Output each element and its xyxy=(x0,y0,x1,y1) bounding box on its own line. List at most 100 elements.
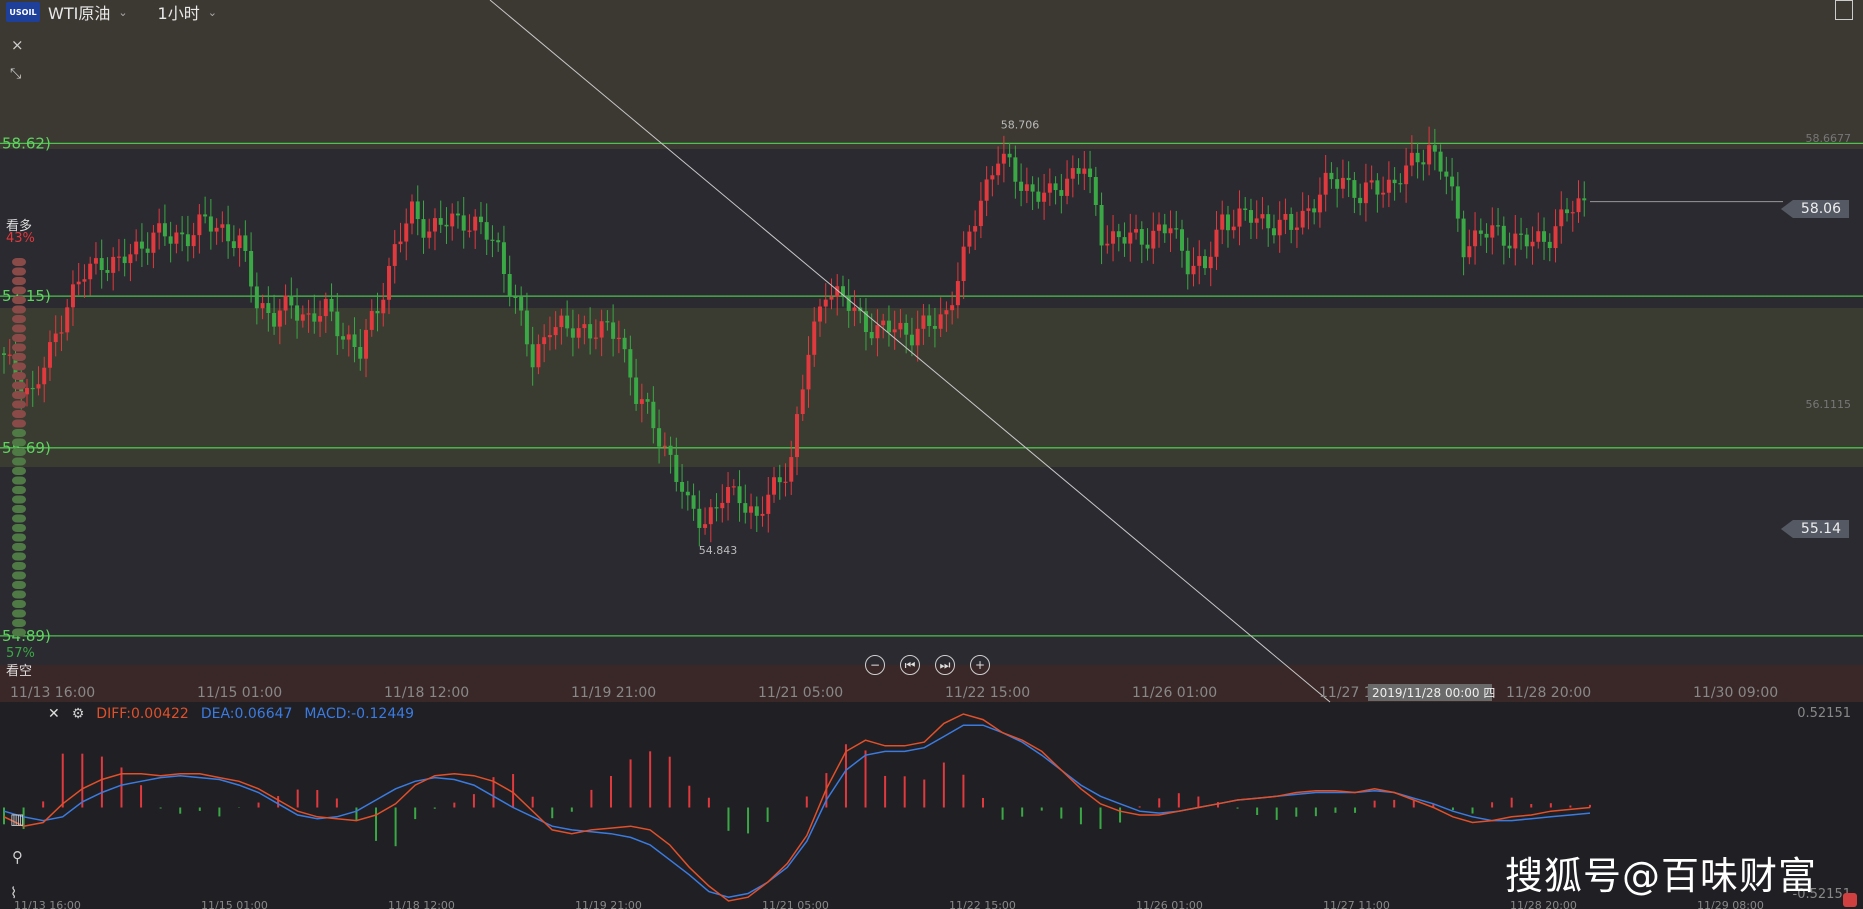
candle-body[interactable] xyxy=(151,232,156,253)
candle-body[interactable] xyxy=(1484,233,1489,238)
candle-body[interactable] xyxy=(82,279,87,282)
zoom-in-button[interactable]: + xyxy=(970,655,990,675)
candle-body[interactable] xyxy=(375,310,380,314)
candle-body[interactable] xyxy=(927,315,932,326)
candle-body[interactable] xyxy=(881,320,886,326)
candle-body[interactable] xyxy=(1053,183,1058,191)
candle-body[interactable] xyxy=(795,414,799,458)
candle-body[interactable] xyxy=(996,163,1001,176)
candle-body[interactable] xyxy=(1191,265,1196,275)
candle-body[interactable] xyxy=(1111,231,1116,244)
candle-body[interactable] xyxy=(904,322,909,335)
candle-body[interactable] xyxy=(1415,152,1420,163)
candle-body[interactable] xyxy=(783,481,788,483)
candle-body[interactable] xyxy=(1553,226,1558,249)
candle-body[interactable] xyxy=(921,315,926,329)
candle-body[interactable] xyxy=(1335,179,1340,189)
candle-body[interactable] xyxy=(65,307,70,333)
candle-body[interactable] xyxy=(1168,228,1173,234)
candle-body[interactable] xyxy=(1432,145,1437,152)
candle-body[interactable] xyxy=(576,328,581,338)
candle-body[interactable] xyxy=(438,218,443,225)
candle-body[interactable] xyxy=(507,274,512,297)
candle-body[interactable] xyxy=(1513,233,1518,249)
candle-body[interactable] xyxy=(1283,213,1288,220)
candle-body[interactable] xyxy=(766,494,771,514)
candle-body[interactable] xyxy=(168,236,173,244)
candle-body[interactable] xyxy=(1180,229,1185,251)
chevron-down-icon[interactable]: ⌄ xyxy=(118,6,127,19)
candle-body[interactable] xyxy=(162,223,167,237)
candle-body[interactable] xyxy=(812,321,817,355)
candle-body[interactable] xyxy=(1047,183,1052,193)
candle-body[interactable] xyxy=(1473,230,1478,247)
candle-body[interactable] xyxy=(352,334,357,348)
candle-body[interactable] xyxy=(180,232,185,235)
candle-body[interactable] xyxy=(622,337,627,350)
candle-body[interactable] xyxy=(973,226,978,232)
candle-body[interactable] xyxy=(461,215,466,231)
candle-body[interactable] xyxy=(450,213,455,227)
candle-body[interactable] xyxy=(1237,208,1242,227)
candle-body[interactable] xyxy=(708,507,713,525)
candle-body[interactable] xyxy=(134,241,139,255)
candle-body[interactable] xyxy=(47,342,52,368)
candle-body[interactable] xyxy=(427,231,432,238)
candle-body[interactable] xyxy=(611,322,616,339)
candle-body[interactable] xyxy=(444,224,449,227)
candle-body[interactable] xyxy=(674,454,679,482)
candle-body[interactable] xyxy=(484,222,489,240)
candle-body[interactable] xyxy=(1427,145,1432,165)
candle-body[interactable] xyxy=(1444,171,1449,177)
candle-body[interactable] xyxy=(657,428,662,447)
candle-body[interactable] xyxy=(886,320,891,333)
candle-body[interactable] xyxy=(536,344,541,368)
candle-body[interactable] xyxy=(1490,225,1495,238)
candle-body[interactable] xyxy=(984,179,989,201)
candle-body[interactable] xyxy=(1260,214,1265,219)
candle-body[interactable] xyxy=(1536,231,1541,242)
candle-body[interactable] xyxy=(1409,152,1414,166)
candle-body[interactable] xyxy=(909,334,914,346)
candle-body[interactable] xyxy=(421,219,426,238)
candle-body[interactable] xyxy=(1266,214,1271,229)
candle-body[interactable] xyxy=(1461,218,1466,258)
candle-body[interactable] xyxy=(1547,241,1552,249)
symbol-selector[interactable]: WTI原油 xyxy=(48,0,110,24)
candle-body[interactable] xyxy=(651,401,656,429)
candle-body[interactable] xyxy=(1559,209,1564,227)
candle-body[interactable] xyxy=(369,310,374,330)
candle-body[interactable] xyxy=(731,486,736,488)
candle-body[interactable] xyxy=(111,256,116,273)
candle-body[interactable] xyxy=(70,284,75,308)
candle-body[interactable] xyxy=(1254,218,1259,223)
candle-body[interactable] xyxy=(197,214,202,236)
candle-body[interactable] xyxy=(743,503,748,513)
candle-body[interactable] xyxy=(490,239,495,241)
candle-body[interactable] xyxy=(1231,226,1236,231)
candle-body[interactable] xyxy=(1076,168,1081,174)
candle-body[interactable] xyxy=(208,216,213,232)
price-chart[interactable]: 58.62) 57.15) 55.69) 54.89) 58.6677 56.1115 5… xyxy=(0,0,1863,909)
candle-body[interactable] xyxy=(237,235,242,249)
candle-body[interactable] xyxy=(720,502,725,509)
candle-body[interactable] xyxy=(1277,219,1282,236)
candle-body[interactable] xyxy=(524,310,529,345)
candle-body[interactable] xyxy=(1139,229,1144,245)
candle-body[interactable] xyxy=(1185,250,1190,275)
candle-body[interactable] xyxy=(341,336,346,340)
candle-body[interactable] xyxy=(749,506,754,513)
candle-body[interactable] xyxy=(915,328,920,346)
candle-body[interactable] xyxy=(852,307,857,311)
candle-body[interactable] xyxy=(24,387,29,395)
scroll-start-button[interactable]: ⏮ xyxy=(900,655,920,675)
candle-body[interactable] xyxy=(76,281,81,285)
candle-body[interactable] xyxy=(312,313,317,322)
candle-body[interactable] xyxy=(519,296,524,311)
candle-body[interactable] xyxy=(703,524,708,528)
indicator-icon[interactable]: ⌇ xyxy=(10,884,17,902)
candle-body[interactable] xyxy=(329,298,334,312)
candle-body[interactable] xyxy=(260,303,265,309)
candle-body[interactable] xyxy=(875,325,880,339)
candle-body[interactable] xyxy=(404,223,409,242)
